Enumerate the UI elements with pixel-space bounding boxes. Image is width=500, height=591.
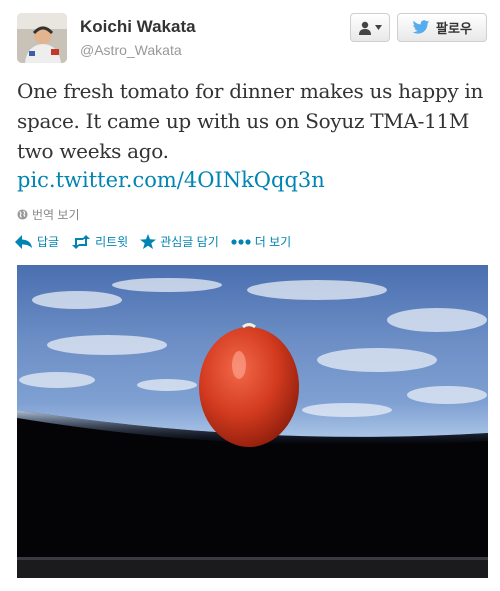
tweet-photo-link[interactable]: pic.twitter.com/4OINkQqq3n xyxy=(17,168,325,192)
chevron-down-icon xyxy=(375,25,382,30)
follow-button[interactable]: 팔로우 xyxy=(397,13,487,42)
reply-button[interactable]: 답글 xyxy=(15,233,59,250)
translate-link[interactable]: 번역 보기 xyxy=(17,206,80,223)
retweet-button[interactable]: 리트윗 xyxy=(71,233,128,250)
user-actions-button[interactable] xyxy=(350,13,390,42)
star-icon xyxy=(140,234,157,249)
retweet-label: 리트윗 xyxy=(95,235,129,249)
more-button[interactable]: 더 보기 xyxy=(231,233,291,250)
globe-icon xyxy=(17,209,28,220)
favorite-button[interactable]: 관심글 담기 xyxy=(140,233,219,250)
tweet-actions: 답글 리트윗 관심글 담기 더 보기 xyxy=(15,233,291,250)
reply-icon xyxy=(15,234,32,249)
retweet-icon xyxy=(72,234,91,249)
favorite-label: 관심글 담기 xyxy=(160,235,219,249)
user-handle[interactable]: @Astro_Wakata xyxy=(80,42,182,58)
translate-label: 번역 보기 xyxy=(32,208,80,222)
tomato-in-space-image xyxy=(17,265,488,578)
more-label: 더 보기 xyxy=(254,235,292,249)
user-icon xyxy=(359,21,371,35)
tweet-photo[interactable] xyxy=(17,265,488,578)
follow-button-label: 팔로우 xyxy=(436,21,472,36)
more-dots-icon xyxy=(231,238,251,245)
tweet-text: One fresh tomato for dinner makes us hap… xyxy=(17,79,484,163)
reply-label: 답글 xyxy=(37,235,60,249)
display-name[interactable]: Koichi Wakata xyxy=(80,17,196,37)
avatar[interactable] xyxy=(17,13,67,63)
twitter-bird-icon xyxy=(412,20,430,34)
